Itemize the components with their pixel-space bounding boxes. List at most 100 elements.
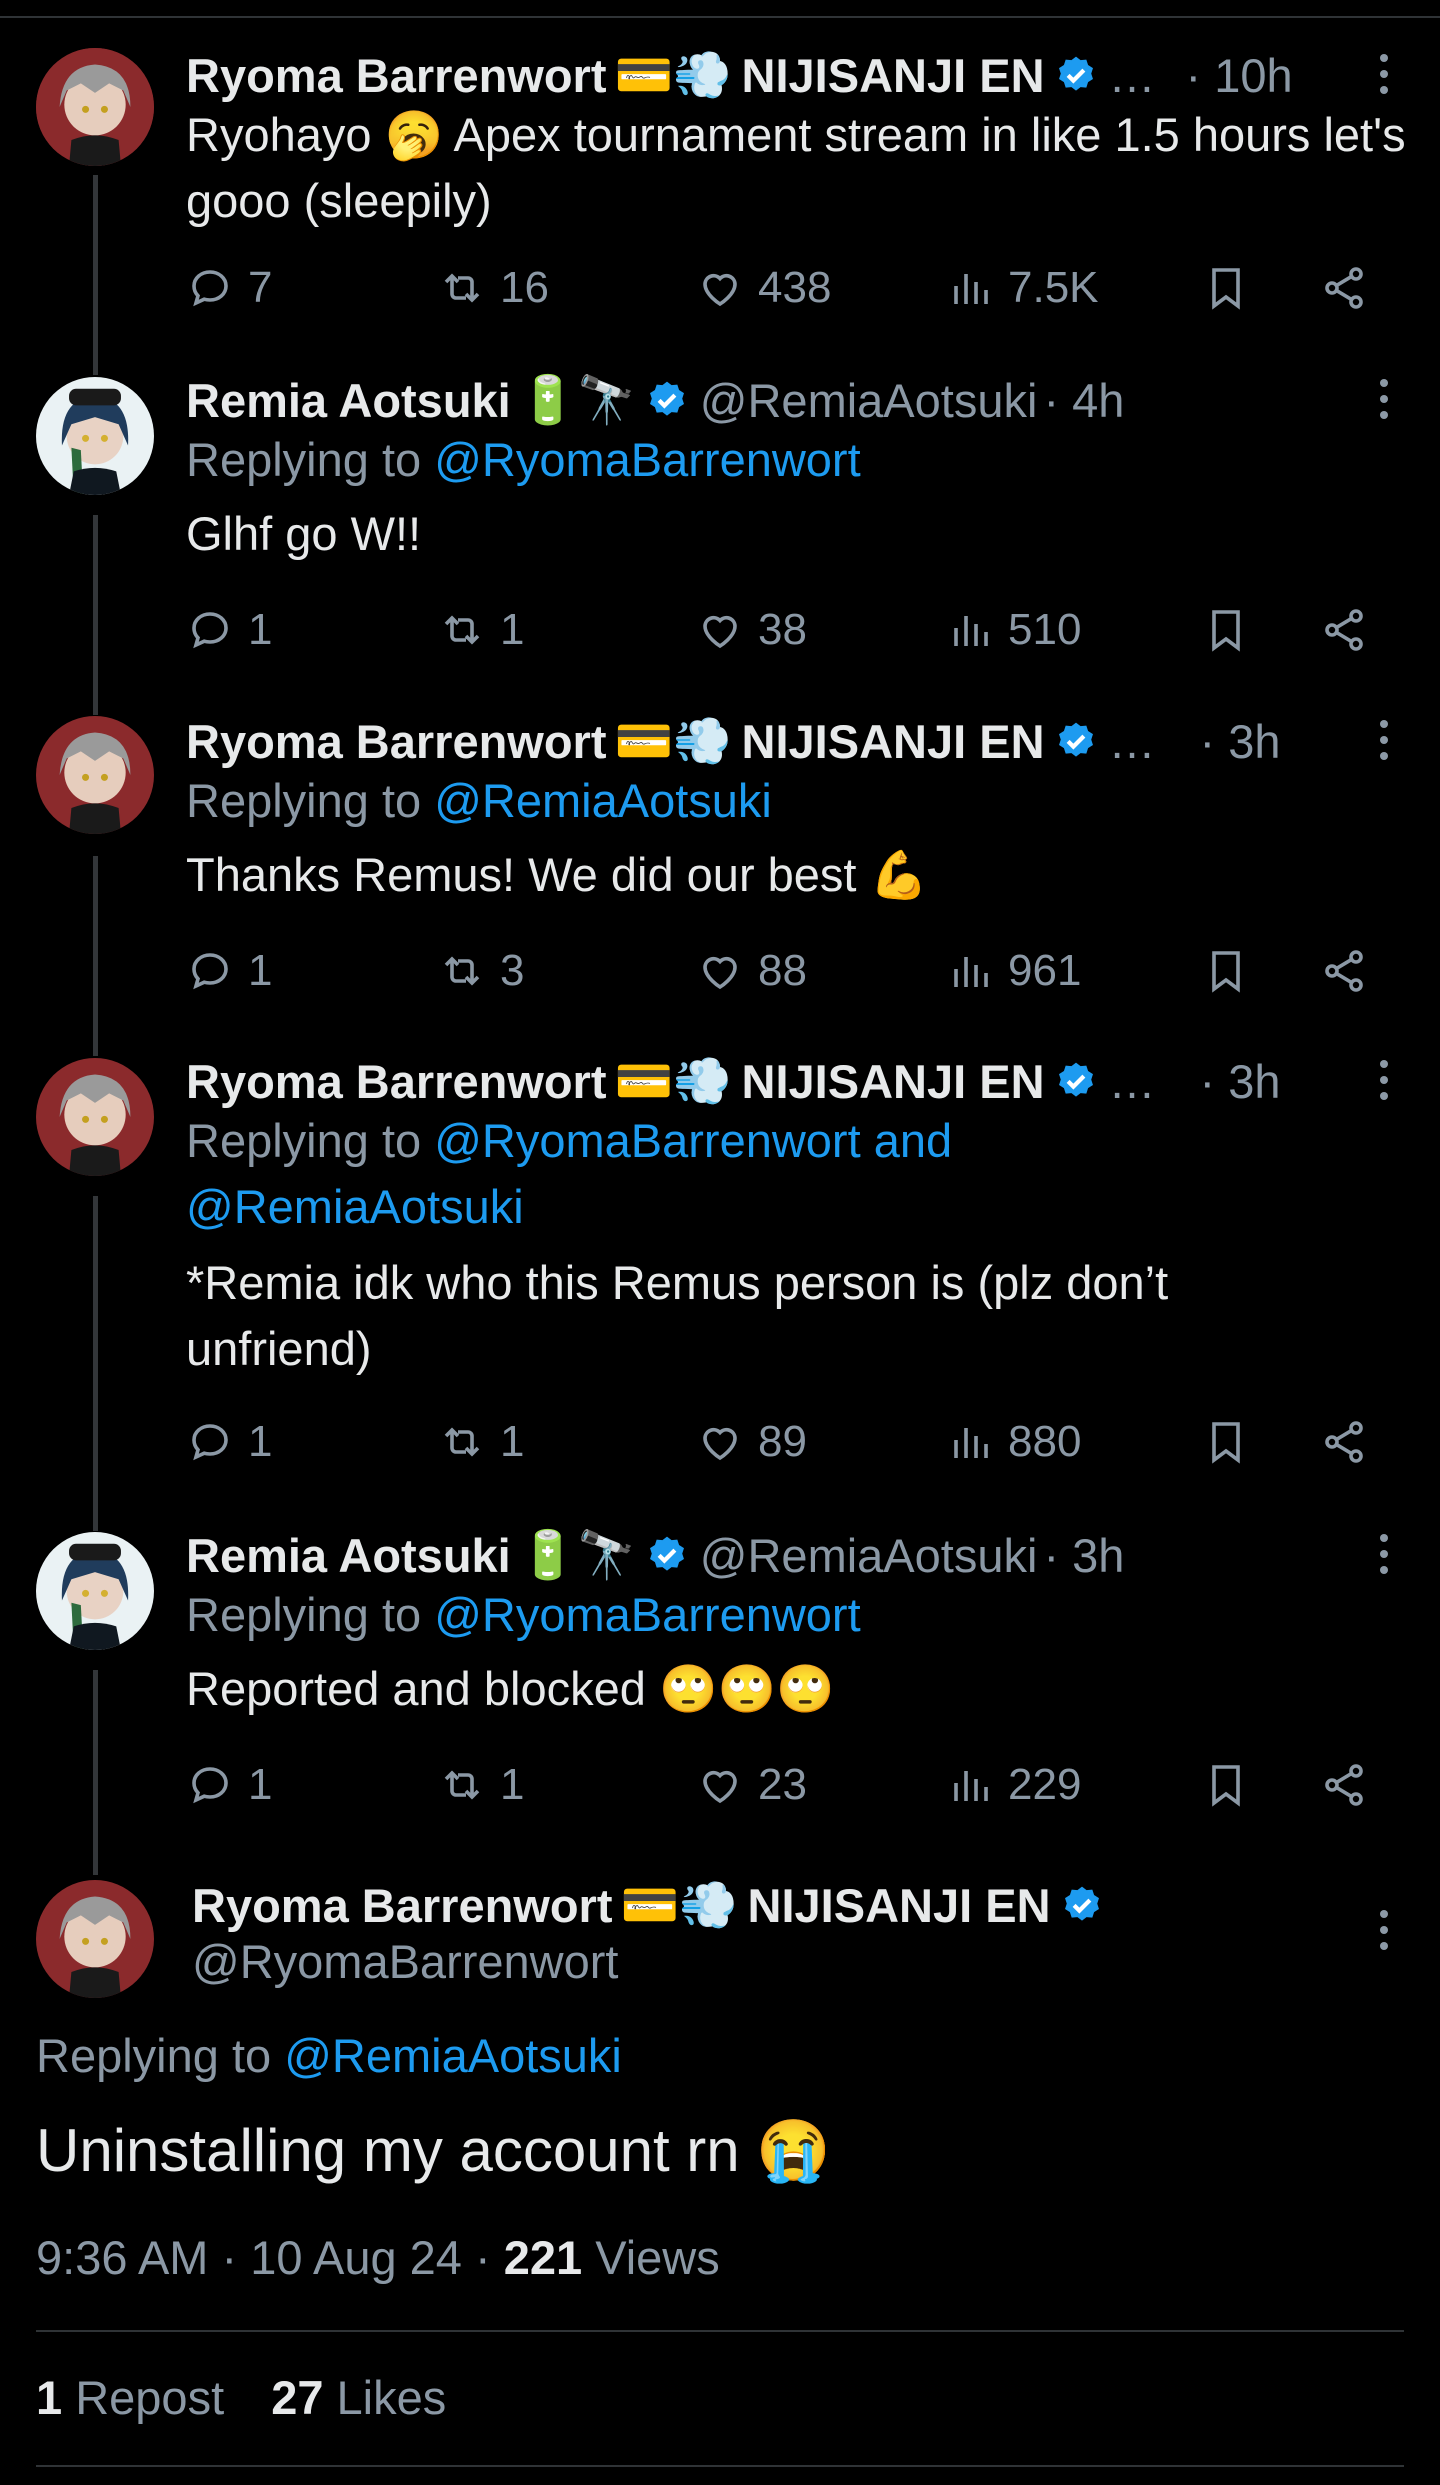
tweet[interactable]: Ryoma Barrenwort 💳💨 NIJISANJI EN … · 3h …: [0, 706, 1440, 1036]
like-button[interactable]: 88: [696, 941, 807, 1001]
reply-icon: [192, 1424, 228, 1461]
affiliation: NIJISANJI EN: [747, 1878, 1051, 1932]
reply-button[interactable]: 7: [186, 258, 272, 318]
tweet[interactable]: Ryoma Barrenwort 💳💨 NIJISANJI EN … · 3h …: [0, 1046, 1440, 1506]
display-name[interactable]: Ryoma Barrenwort: [186, 1054, 607, 1109]
bookmark-button[interactable]: [1202, 258, 1250, 318]
repost-button[interactable]: 1: [438, 1755, 524, 1815]
like-button[interactable]: 438: [696, 258, 831, 318]
repost-button[interactable]: 1: [438, 1412, 524, 1472]
views-button[interactable]: 880: [946, 1412, 1081, 1472]
tweet[interactable]: Remia Aotsuki 🔋🔭 @RemiaAotsuki · 4h Repl…: [0, 365, 1440, 695]
repost-count: 3: [500, 946, 525, 995]
more-icon[interactable]: [1380, 1534, 1392, 1574]
action-bar: 1 1 38 510: [186, 600, 1386, 660]
timestamp[interactable]: · 3h: [1200, 714, 1281, 769]
tweet-text: Ryohayo 🥱 Apex tournament stream in like…: [186, 108, 1406, 227]
share-button[interactable]: [1320, 941, 1368, 1001]
share-button[interactable]: [1320, 258, 1368, 318]
tweet-text: Glhf go W!!: [186, 507, 422, 560]
tweet-header: Ryoma Barrenwort 💳💨 NIJISANJI EN … · 10h: [186, 40, 1293, 110]
replying-label: Replying to: [186, 774, 422, 827]
reply-count: 1: [248, 1760, 273, 1809]
display-name[interactable]: Ryoma Barrenwort: [186, 48, 607, 103]
like-button[interactable]: 38: [696, 600, 807, 660]
avatar[interactable]: [36, 377, 154, 495]
reply-button[interactable]: 1: [186, 1755, 272, 1815]
handle[interactable]: @RemiaAotsuki: [700, 373, 1038, 428]
timestamp[interactable]: · 3h: [1043, 1528, 1124, 1583]
like-count: 38: [758, 605, 807, 654]
tweet[interactable]: Remia Aotsuki 🔋🔭 @RemiaAotsuki · 3h Repl…: [0, 1520, 1440, 1850]
reply-button[interactable]: 1: [186, 1412, 272, 1472]
display-name[interactable]: Ryoma Barrenwort: [186, 714, 607, 769]
likes-stat[interactable]: 27 Likes: [271, 2371, 446, 2424]
name-emojis: 🔋🔭: [518, 1528, 636, 1581]
more-icon[interactable]: [1380, 1060, 1392, 1100]
display-name[interactable]: Ryoma Barrenwort: [192, 1878, 613, 1933]
share-icon: [1325, 950, 1363, 992]
avatar[interactable]: [36, 1058, 154, 1176]
views-button[interactable]: 961: [946, 941, 1081, 1001]
post-time[interactable]: 9:36 AM: [36, 2231, 208, 2284]
avatar[interactable]: [36, 1880, 154, 1998]
views-count: 7.5K: [1008, 263, 1099, 312]
more-icon[interactable]: [1380, 720, 1392, 760]
likes-label: Likes: [336, 2371, 447, 2424]
views-button[interactable]: 510: [946, 600, 1081, 660]
timestamp[interactable]: · 3h: [1200, 1054, 1281, 1109]
reply-button[interactable]: 1: [186, 600, 272, 660]
handle: …: [1108, 714, 1156, 768]
focused-tweet[interactable]: Ryoma Barrenwort 💳💨 NIJISANJI EN @RyomaB…: [0, 1870, 1440, 2485]
name-emojis: 💳💨: [614, 48, 732, 101]
mention-link[interactable]: @RyomaBarrenwort: [434, 1588, 860, 1641]
like-count: 23: [758, 1760, 807, 1809]
reposts-stat[interactable]: 1 Repost: [36, 2371, 224, 2424]
avatar[interactable]: [36, 48, 154, 166]
timestamp[interactable]: · 10h: [1186, 48, 1293, 103]
bookmark-button[interactable]: [1202, 1412, 1250, 1472]
views-icon: [954, 1771, 988, 1801]
tweet[interactable]: Ryoma Barrenwort 💳💨 NIJISANJI EN … · 10h…: [0, 40, 1440, 370]
bookmark-icon: [1212, 268, 1240, 310]
views-button[interactable]: 229: [946, 1755, 1081, 1815]
display-name[interactable]: Remia Aotsuki: [186, 1528, 511, 1583]
like-button[interactable]: 23: [696, 1755, 807, 1815]
more-icon[interactable]: [1380, 1910, 1392, 1950]
mention-link[interactable]: @RemiaAotsuki: [284, 2029, 622, 2082]
display-name[interactable]: Remia Aotsuki: [186, 373, 511, 428]
share-button[interactable]: [1320, 600, 1368, 660]
bookmark-button[interactable]: [1202, 600, 1250, 660]
replying-label: Replying to: [186, 1588, 422, 1641]
like-button[interactable]: 89: [696, 1412, 807, 1472]
handle[interactable]: @RemiaAotsuki: [700, 1528, 1038, 1583]
mention-link[interactable]: @RyomaBarrenwort: [434, 433, 860, 486]
views-button[interactable]: 7.5K: [946, 258, 1099, 318]
repost-button[interactable]: 16: [438, 258, 549, 318]
avatar[interactable]: [36, 1532, 154, 1650]
reposts-total: 1: [36, 2371, 63, 2424]
bookmark-icon: [1212, 951, 1240, 993]
avatar[interactable]: [36, 716, 154, 834]
like-count: 89: [758, 1417, 807, 1466]
handle[interactable]: @RyomaBarrenwort: [192, 1934, 618, 1989]
timestamp[interactable]: · 4h: [1043, 373, 1124, 428]
name-emojis: 💳💨: [620, 1878, 738, 1931]
heart-icon: [703, 273, 737, 307]
repost-button[interactable]: 1: [438, 600, 524, 660]
more-icon[interactable]: [1380, 379, 1392, 419]
more-icon[interactable]: [1380, 54, 1392, 94]
share-icon: [1325, 1421, 1363, 1463]
bookmark-button[interactable]: [1202, 941, 1250, 1001]
share-button[interactable]: [1320, 1755, 1368, 1815]
reply-button[interactable]: 1: [186, 941, 272, 1001]
reposts-label: Repost: [75, 2371, 225, 2424]
replying-label: Replying to: [186, 433, 422, 486]
bookmark-button[interactable]: [1202, 1755, 1250, 1815]
mention-link[interactable]: @RemiaAotsuki: [434, 774, 772, 827]
post-date[interactable]: 10 Aug 24: [250, 2231, 462, 2284]
views-count: 229: [1008, 1760, 1082, 1809]
share-button[interactable]: [1320, 1412, 1368, 1472]
repost-button[interactable]: 3: [438, 941, 524, 1001]
heart-icon: [703, 1770, 737, 1804]
